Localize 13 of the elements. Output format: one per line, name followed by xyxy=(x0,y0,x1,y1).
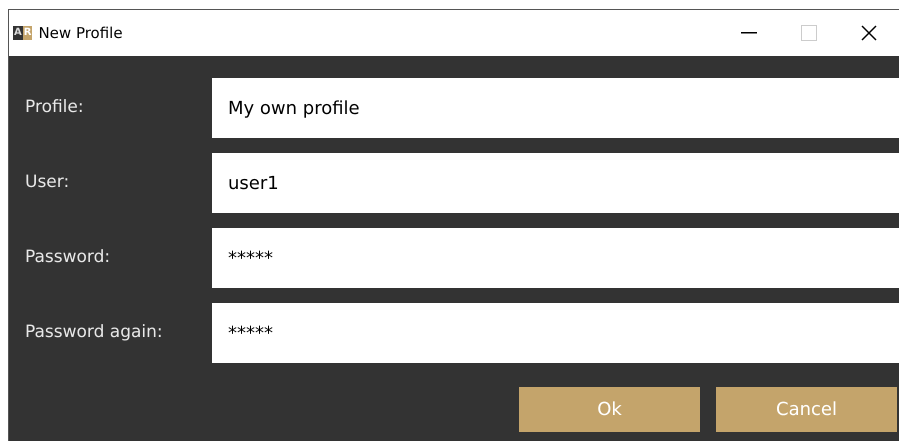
field-label: Password again: xyxy=(24,321,164,344)
close-icon xyxy=(861,25,877,41)
field-label: Password: xyxy=(24,246,112,270)
text-field[interactable]: ***** xyxy=(212,303,899,363)
window-title: New Profile xyxy=(38,22,123,44)
text-field[interactable]: ***** xyxy=(212,228,899,288)
text-field[interactable]: My own profile xyxy=(212,78,899,138)
text-field[interactable]: user1 xyxy=(212,153,899,213)
app-logo: A R xyxy=(13,26,32,40)
field-label: User: xyxy=(24,171,70,194)
field-label: Profile: xyxy=(24,96,85,120)
minimize-icon xyxy=(741,32,757,34)
maximize-icon xyxy=(801,25,817,41)
